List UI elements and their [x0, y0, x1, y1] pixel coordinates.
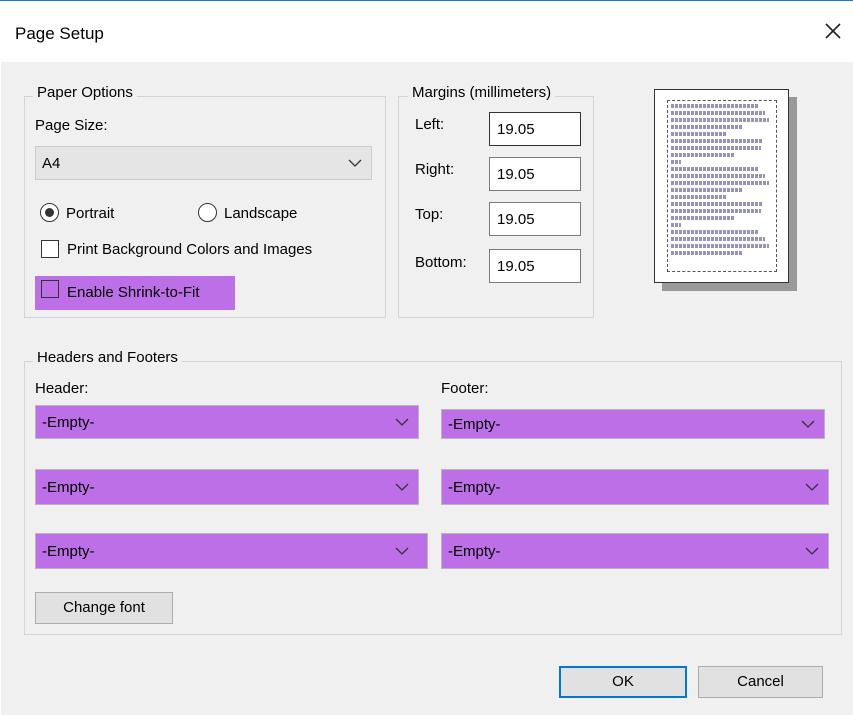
preview-text-line — [671, 118, 769, 122]
ok-button[interactable]: OK — [559, 666, 687, 698]
close-icon — [825, 23, 841, 39]
margin-bottom-field[interactable]: 19.05 — [489, 249, 581, 283]
footer-select-2-value: -Empty- — [448, 479, 501, 496]
margin-top-label: Top: — [415, 206, 444, 223]
margin-left-field[interactable]: 19.05 — [489, 112, 581, 146]
header-label: Header: — [35, 380, 89, 397]
chevron-down-icon — [395, 418, 409, 426]
header-select-1[interactable]: -Empty- — [35, 405, 419, 439]
shrink-to-fit-label[interactable]: Enable Shrink-to-Fit — [67, 284, 200, 301]
paper-options-legend: Paper Options — [33, 84, 137, 101]
portrait-label[interactable]: Portrait — [66, 205, 114, 222]
header-select-3-value: -Empty- — [42, 543, 95, 560]
chevron-down-icon — [805, 483, 819, 491]
header-select-1-value: -Empty- — [42, 414, 95, 431]
chevron-down-icon — [348, 159, 362, 167]
footer-select-1[interactable]: -Empty- — [441, 409, 825, 439]
change-font-button[interactable]: Change font — [35, 592, 173, 624]
page-size-label: Page Size: — [35, 117, 108, 134]
print-background-checkbox[interactable] — [41, 240, 59, 258]
radio-selected-dot — [45, 208, 54, 217]
chevron-down-icon — [395, 483, 409, 491]
preview-text-line — [671, 230, 758, 234]
footer-select-1-value: -Empty- — [448, 416, 501, 433]
footer-select-3-value: -Empty- — [448, 543, 501, 560]
preview-text-line — [671, 139, 763, 143]
preview-text-line — [671, 132, 728, 136]
preview-text-line — [671, 223, 682, 227]
headers-footers-legend: Headers and Footers — [33, 349, 182, 366]
chevron-down-icon — [801, 420, 815, 428]
preview-text-line — [671, 195, 728, 199]
footer-select-2[interactable]: -Empty- — [441, 469, 829, 505]
margin-left-value: 19.05 — [497, 121, 535, 138]
preview-text-line — [671, 216, 735, 220]
preview-text-line — [671, 202, 763, 206]
header-select-3[interactable]: -Empty- — [35, 533, 428, 569]
margin-right-field[interactable]: 19.05 — [489, 157, 581, 191]
dialog-title: Page Setup — [15, 24, 104, 43]
page-size-select[interactable]: A4 — [35, 146, 372, 180]
margin-bottom-value: 19.05 — [497, 258, 535, 275]
header-select-2-value: -Empty- — [42, 479, 95, 496]
landscape-label[interactable]: Landscape — [224, 205, 297, 222]
preview-text-line — [671, 153, 735, 157]
landscape-radio[interactable] — [198, 203, 217, 222]
preview-text-line — [671, 146, 761, 150]
chevron-down-icon — [805, 547, 819, 555]
page-size-value: A4 — [42, 155, 61, 172]
preview-text-line — [671, 104, 758, 108]
footer-select-3[interactable]: -Empty- — [441, 533, 829, 569]
preview-text-line — [671, 160, 682, 164]
margins-legend: Margins (millimeters) — [408, 84, 556, 101]
margin-bottom-label: Bottom: — [415, 254, 467, 271]
print-background-label[interactable]: Print Background Colors and Images — [67, 241, 312, 258]
chevron-down-icon — [395, 547, 409, 555]
window-top-border — [0, 0, 853, 1]
shrink-to-fit-checkbox[interactable] — [41, 280, 59, 298]
footer-label: Footer: — [441, 380, 489, 397]
page-preview-margins — [667, 100, 777, 272]
portrait-radio[interactable] — [40, 203, 59, 222]
preview-text-line — [671, 188, 743, 192]
margin-top-field[interactable]: 19.05 — [489, 202, 581, 236]
close-button[interactable] — [820, 18, 846, 44]
margin-right-label: Right: — [415, 161, 455, 178]
preview-text-line — [671, 111, 765, 115]
margin-left-label: Left: — [415, 116, 445, 133]
page-preview — [654, 89, 789, 283]
preview-text-line — [671, 237, 765, 241]
preview-text-line — [671, 167, 758, 171]
preview-text-line — [671, 209, 761, 213]
cancel-button[interactable]: Cancel — [698, 666, 823, 698]
preview-text-line — [671, 251, 743, 255]
margin-top-value: 19.05 — [497, 211, 535, 228]
margin-right-value: 19.05 — [497, 166, 535, 183]
preview-text-line — [671, 174, 765, 178]
header-select-2[interactable]: -Empty- — [35, 469, 419, 505]
preview-text-line — [671, 181, 769, 185]
preview-text-line — [671, 125, 743, 129]
preview-text-line — [671, 244, 769, 248]
